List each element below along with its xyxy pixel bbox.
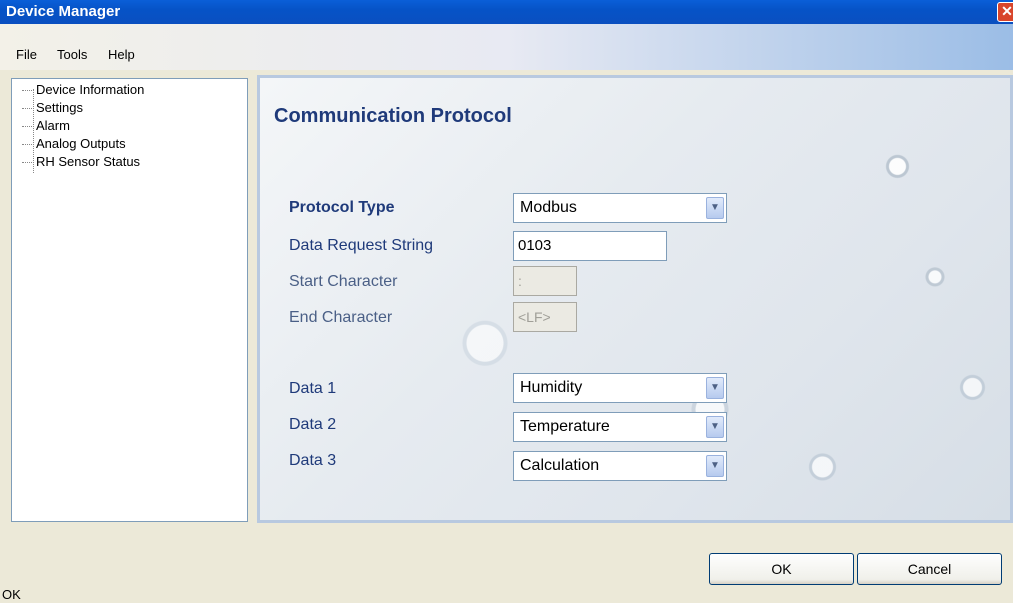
data-request-string-input[interactable]: 0103 <box>513 231 667 261</box>
tree-item-label: Alarm <box>36 118 70 133</box>
tree-item-label: Settings <box>36 100 83 115</box>
tree-item-alarm[interactable]: Alarm <box>22 117 70 135</box>
cancel-button[interactable]: Cancel <box>857 553 1002 585</box>
ok-button[interactable]: OK <box>709 553 854 585</box>
data-1-dropdown[interactable]: Humidity ▼ <box>513 373 727 403</box>
data-3-dropdown[interactable]: Calculation ▼ <box>513 451 727 481</box>
data-1-value: Humidity <box>520 379 583 396</box>
data-2-value: Temperature <box>520 418 610 435</box>
close-icon[interactable]: ✕ <box>997 2 1013 22</box>
end-character-label: End Character <box>289 309 393 326</box>
data-3-label: Data 3 <box>289 452 337 469</box>
data-3-value: Calculation <box>520 457 600 474</box>
data-2-label: Data 2 <box>289 416 337 433</box>
tree-item-device-information[interactable]: Device Information <box>22 81 144 99</box>
navigation-tree: Device Information Settings Alarm Analog… <box>11 78 248 522</box>
chevron-down-icon[interactable]: ▼ <box>706 416 724 438</box>
page-title: Communication Protocol <box>274 105 512 127</box>
end-character-field: <LF> <box>513 302 577 332</box>
start-character-value: : <box>518 273 522 289</box>
end-character-value: <LF> <box>518 309 551 325</box>
start-character-field: : <box>513 266 577 296</box>
content-panel: Communication Protocol Protocol Type Mod… <box>257 75 1013 523</box>
status-text: OK <box>2 587 21 602</box>
menu-file[interactable]: File <box>16 47 37 62</box>
menu-bar: File Tools Help <box>0 24 1013 70</box>
data-1-label: Data 1 <box>289 380 337 397</box>
tree-item-label: RH Sensor Status <box>36 154 141 169</box>
tree-item-label: Device Information <box>36 82 145 97</box>
protocol-type-label: Protocol Type <box>289 199 395 216</box>
menu-help[interactable]: Help <box>108 47 135 62</box>
menu-tools[interactable]: Tools <box>57 47 87 62</box>
tree-item-rh-sensor-status[interactable]: RH Sensor Status <box>22 153 140 171</box>
window-title: Device Manager <box>6 3 121 20</box>
tree-item-analog-outputs[interactable]: Analog Outputs <box>22 135 126 153</box>
tree-item-settings[interactable]: Settings <box>22 99 83 117</box>
data-2-dropdown[interactable]: Temperature ▼ <box>513 412 727 442</box>
data-request-string-label: Data Request String <box>289 237 434 254</box>
protocol-type-dropdown[interactable]: Modbus ▼ <box>513 193 727 223</box>
chevron-down-icon[interactable]: ▼ <box>706 197 724 219</box>
start-character-label: Start Character <box>289 273 398 290</box>
tree-item-label: Analog Outputs <box>36 136 126 151</box>
chevron-down-icon[interactable]: ▼ <box>706 377 724 399</box>
data-request-string-value: 0103 <box>518 237 552 254</box>
chevron-down-icon[interactable]: ▼ <box>706 455 724 477</box>
title-bar: Device Manager ✕ <box>0 0 1013 24</box>
protocol-type-value: Modbus <box>520 199 577 216</box>
